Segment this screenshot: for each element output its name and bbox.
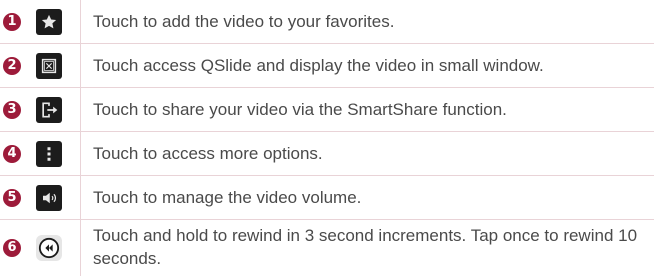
number-badge: 3 xyxy=(3,100,21,119)
number-badge: 6 xyxy=(3,239,21,257)
qslide-icon xyxy=(36,52,62,79)
number-badge: 4 xyxy=(3,144,21,163)
row-description: Touch to share your video via the SmartS… xyxy=(93,100,507,119)
share-icon xyxy=(36,96,62,123)
table-row: 2 Touch access QSlide and display the vi… xyxy=(0,44,654,88)
more-options-icon xyxy=(36,140,62,167)
volume-icon xyxy=(36,184,62,211)
table-row: 5 Touch to manage the video volume. xyxy=(0,176,654,220)
table-row: 6 Touch and hold to rewind in 3 second i… xyxy=(0,220,654,276)
number-badge: 5 xyxy=(3,188,21,207)
rewind-icon xyxy=(36,235,62,261)
number-badge: 1 xyxy=(3,12,21,31)
table-row: 3 Touch to share your video via the Smar… xyxy=(0,88,654,132)
table-row: 1 Touch to add the video to your favorit… xyxy=(0,0,654,44)
row-description: Touch to add the video to your favorites… xyxy=(93,12,395,31)
row-description: Touch and hold to rewind in 3 second inc… xyxy=(93,226,638,268)
number-badge: 2 xyxy=(3,56,21,75)
table-row: 4 Touch to access more options. xyxy=(0,132,654,176)
row-description: Touch to manage the video volume. xyxy=(93,188,362,207)
icon-description-table: 1 Touch to add the video to your favorit… xyxy=(0,0,654,276)
row-description: Touch to access more options. xyxy=(93,144,323,163)
row-description: Touch access QSlide and display the vide… xyxy=(93,56,544,75)
star-icon xyxy=(36,8,62,35)
